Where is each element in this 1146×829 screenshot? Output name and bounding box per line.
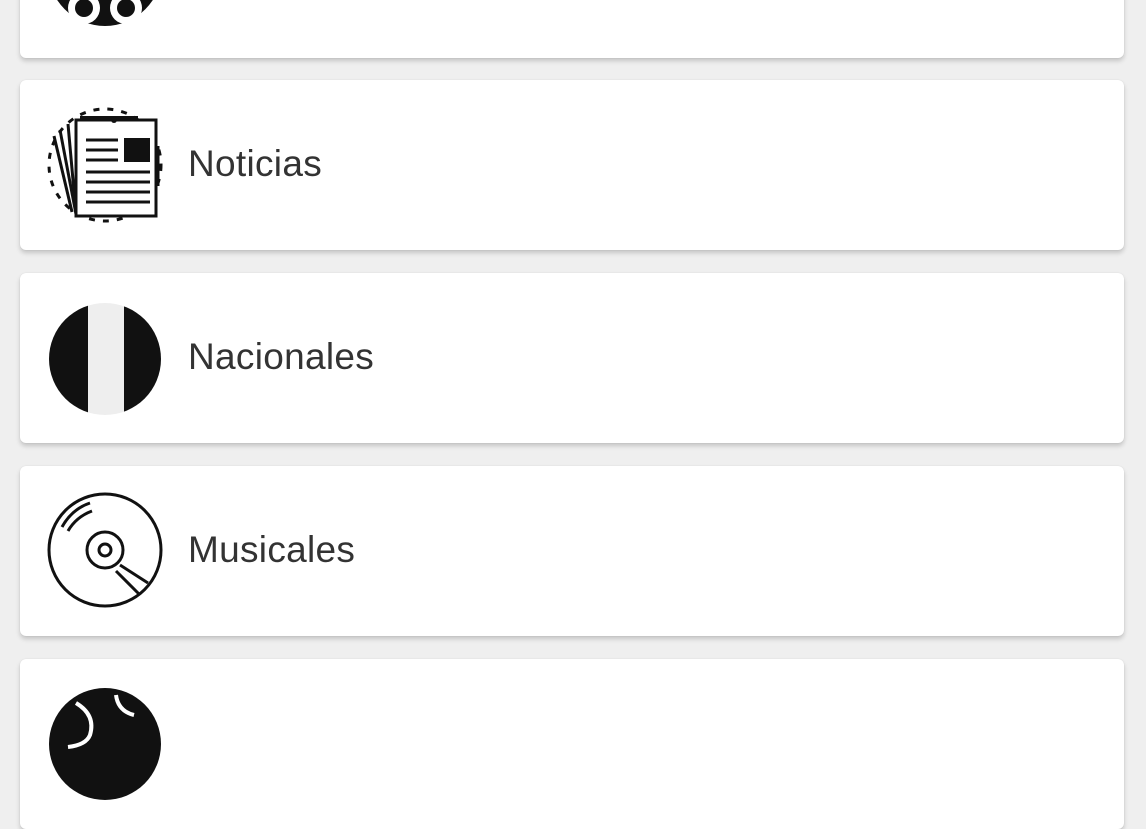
category-card-nacionales[interactable]: Nacionales [20,273,1124,443]
category-card-top[interactable] [20,0,1124,58]
category-card-noticias[interactable]: Noticias [20,80,1124,250]
category-card-musicales[interactable]: Musicales [20,466,1124,636]
category-list: Noticias Nacionales Musicales [0,0,1146,829]
newspaper-icon [46,106,164,224]
flag-icon [46,300,164,418]
category-label-nacionales: Nacionales [188,336,375,377]
globe-icon [46,685,164,803]
category-card-bottom[interactable] [20,659,1124,829]
cd-disc-icon [46,491,164,609]
category-label-musicales: Musicales [188,529,356,570]
binoculars-icon [46,0,164,28]
category-label-noticias: Noticias [188,143,322,184]
